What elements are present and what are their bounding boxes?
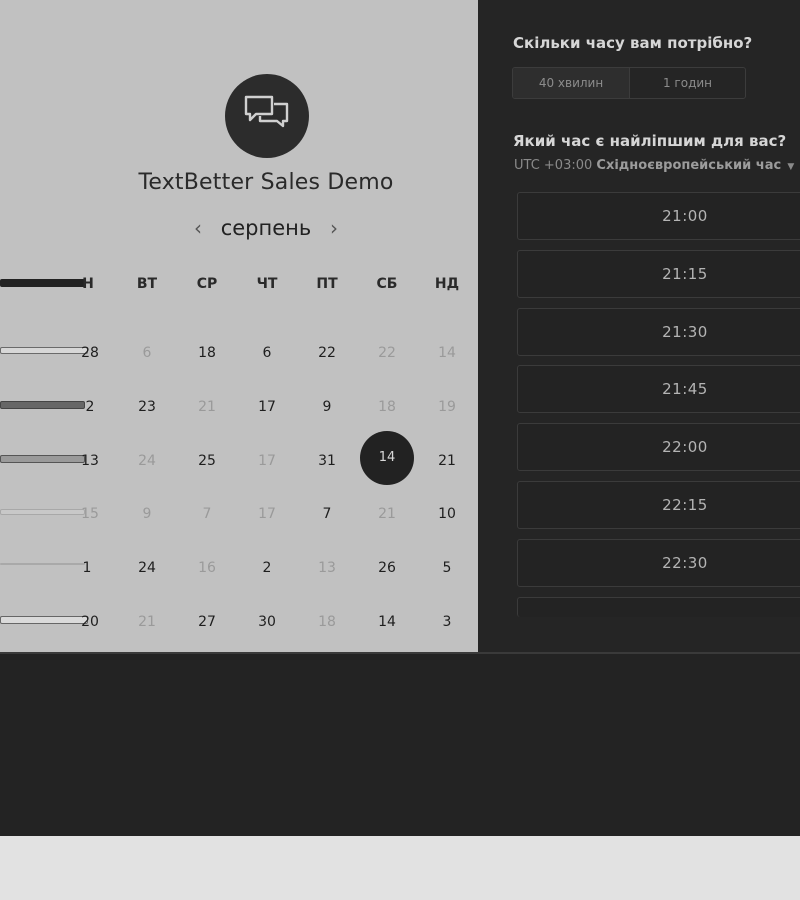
calendar-day: 14: [438, 345, 456, 361]
time-slot-label: 21:15: [662, 265, 708, 283]
time-slot[interactable]: 22:00: [517, 423, 800, 471]
calendar-day[interactable]: 18: [187, 344, 227, 362]
duration-option-40min[interactable]: 40 хвилин: [513, 68, 630, 98]
time-slot-label: 21:00: [662, 207, 708, 225]
time-slot[interactable]: 22:15: [517, 481, 800, 529]
calendar-day[interactable]: 21: [427, 452, 467, 470]
calendar-day[interactable]: 14: [367, 613, 407, 631]
weekday-header: ПТ: [316, 276, 338, 292]
time-slot-label: 21:45: [662, 380, 708, 398]
weekday-header: ЧТ: [256, 276, 278, 292]
calendar-day: 9: [142, 506, 152, 522]
time-question: Який час є найліпшим для вас?: [513, 132, 787, 150]
calendar-day[interactable]: 20: [70, 613, 110, 631]
selected-day[interactable]: 14: [360, 431, 414, 485]
calendar-day[interactable]: 10: [427, 505, 467, 523]
calendar-day[interactable]: 3: [427, 613, 467, 631]
company-logo: [225, 74, 309, 158]
timezone-selector[interactable]: UTC +03:00 Східноєвропейський час ▼: [514, 158, 794, 173]
time-slot-label: 22:15: [662, 496, 708, 514]
calendar-day[interactable]: 2: [70, 398, 110, 416]
calendar-day: 15: [81, 506, 99, 522]
calendar-day[interactable]: 31: [307, 452, 347, 470]
time-slot[interactable]: 22:30: [517, 539, 800, 587]
calendar-day[interactable]: 27: [187, 613, 227, 631]
calendar-day: 22: [378, 345, 396, 361]
caret-down-icon: ▼: [787, 162, 795, 172]
page-title: TextBetter Sales Demo: [138, 170, 394, 195]
calendar-day[interactable]: 9: [307, 398, 347, 416]
duration-option-1hour[interactable]: 1 годин: [630, 68, 745, 98]
calendar-day[interactable]: 25: [187, 452, 227, 470]
time-slot-label: 22:30: [662, 554, 708, 572]
weekday-header: ВТ: [136, 276, 158, 292]
calendar-day[interactable]: 26: [367, 559, 407, 577]
calendar-day: 21: [198, 399, 216, 415]
calendar-day: 18: [318, 614, 336, 630]
time-slot-label: 21:30: [662, 323, 708, 341]
calendar-day[interactable]: 6: [247, 344, 287, 362]
calendar-day[interactable]: 2: [247, 559, 287, 577]
calendar-day: 7: [202, 506, 212, 522]
calendar-day: 6: [142, 345, 152, 361]
calendar-day[interactable]: 24: [127, 559, 167, 577]
calendar-panel: TextBetter Sales Demo ‹ серпень › Н ВТ С…: [0, 0, 478, 652]
duration-selector: 40 хвилин 1 годин: [512, 67, 746, 99]
calendar-day[interactable]: 1: [67, 559, 107, 577]
booking-panel: Скільки часу вам потрібно? 40 хвилин 1 г…: [478, 0, 800, 652]
calendar-day: 19: [438, 399, 456, 415]
time-slot[interactable]: 21:45: [517, 365, 800, 413]
time-slot[interactable]: 21:15: [517, 250, 800, 298]
weekday-header: СБ: [376, 276, 398, 292]
weekday-header: Н: [82, 276, 94, 292]
time-slot-label: 22:00: [662, 438, 708, 456]
timezone-offset: UTC +03:00: [514, 158, 593, 173]
time-slot[interactable]: 21:30: [517, 308, 800, 356]
calendar-day[interactable]: 28: [70, 344, 110, 362]
divider: [0, 652, 800, 654]
calendar-day: 13: [318, 560, 336, 576]
time-slot-partial[interactable]: [517, 597, 800, 617]
calendar-day: 24: [138, 453, 156, 469]
chevron-right-icon[interactable]: ›: [330, 216, 338, 240]
time-slot[interactable]: 21:00: [517, 192, 800, 240]
calendar-day[interactable]: 17: [247, 398, 287, 416]
weekday-header: СР: [196, 276, 218, 292]
calendar-day: 17: [258, 506, 276, 522]
calendar-day[interactable]: 13: [70, 452, 110, 470]
calendar-day: 18: [378, 399, 396, 415]
calendar-day[interactable]: 5: [427, 559, 467, 577]
chat-bubbles-icon: [244, 95, 289, 128]
month-label: серпень: [220, 216, 312, 240]
weekday-header: НД: [434, 276, 460, 292]
calendar-day[interactable]: 7: [307, 505, 347, 523]
calendar-day[interactable]: 22: [307, 344, 347, 362]
calendar-day[interactable]: 23: [127, 398, 167, 416]
calendar-day: 16: [198, 560, 216, 576]
timezone-name: Східноєвропейський час: [596, 158, 782, 173]
month-navigation: ‹ серпень ›: [190, 214, 342, 244]
calendar-day: 17: [258, 453, 276, 469]
duration-question: Скільки часу вам потрібно?: [513, 34, 753, 52]
calendar-day[interactable]: 30: [247, 613, 287, 631]
calendar-day: 21: [138, 614, 156, 630]
calendar-day: 21: [378, 506, 396, 522]
